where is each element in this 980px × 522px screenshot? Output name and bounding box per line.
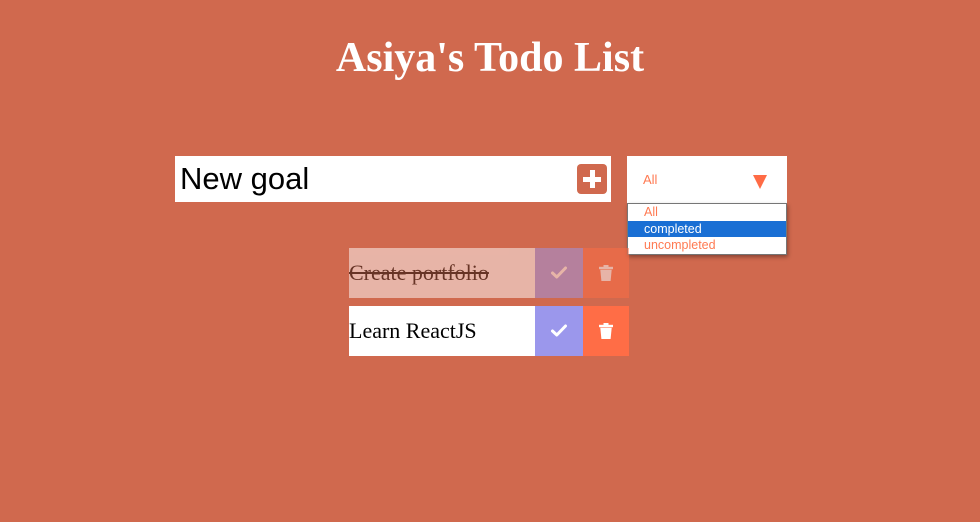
filter-option-completed[interactable]: completed bbox=[628, 221, 786, 237]
filter-option-uncompleted[interactable]: uncompleted bbox=[628, 237, 786, 253]
delete-button[interactable] bbox=[583, 306, 629, 356]
todo-form bbox=[175, 156, 611, 202]
trash-icon bbox=[583, 248, 629, 298]
complete-button[interactable] bbox=[535, 248, 583, 298]
todo-text: Create portfolio bbox=[349, 248, 535, 298]
page-title: Asiya's Todo List bbox=[335, 35, 645, 81]
todo-item: Create portfolio bbox=[349, 248, 629, 298]
caret-down-icon bbox=[753, 175, 767, 189]
todo-item: Learn ReactJS bbox=[349, 306, 629, 356]
delete-button[interactable] bbox=[583, 248, 629, 298]
todo-text: Learn ReactJS bbox=[349, 306, 535, 356]
filter-select[interactable]: All bbox=[627, 156, 787, 203]
filter-option-all[interactable]: All bbox=[628, 204, 786, 220]
complete-button[interactable] bbox=[535, 306, 583, 356]
add-todo-button[interactable] bbox=[577, 164, 607, 194]
check-icon bbox=[535, 306, 583, 356]
trash-icon bbox=[583, 306, 629, 356]
todo-input[interactable] bbox=[175, 156, 565, 202]
check-icon bbox=[535, 248, 583, 298]
filter-selected-value: All bbox=[643, 172, 658, 187]
filter-dropdown-list: All completed uncompleted bbox=[627, 203, 787, 255]
